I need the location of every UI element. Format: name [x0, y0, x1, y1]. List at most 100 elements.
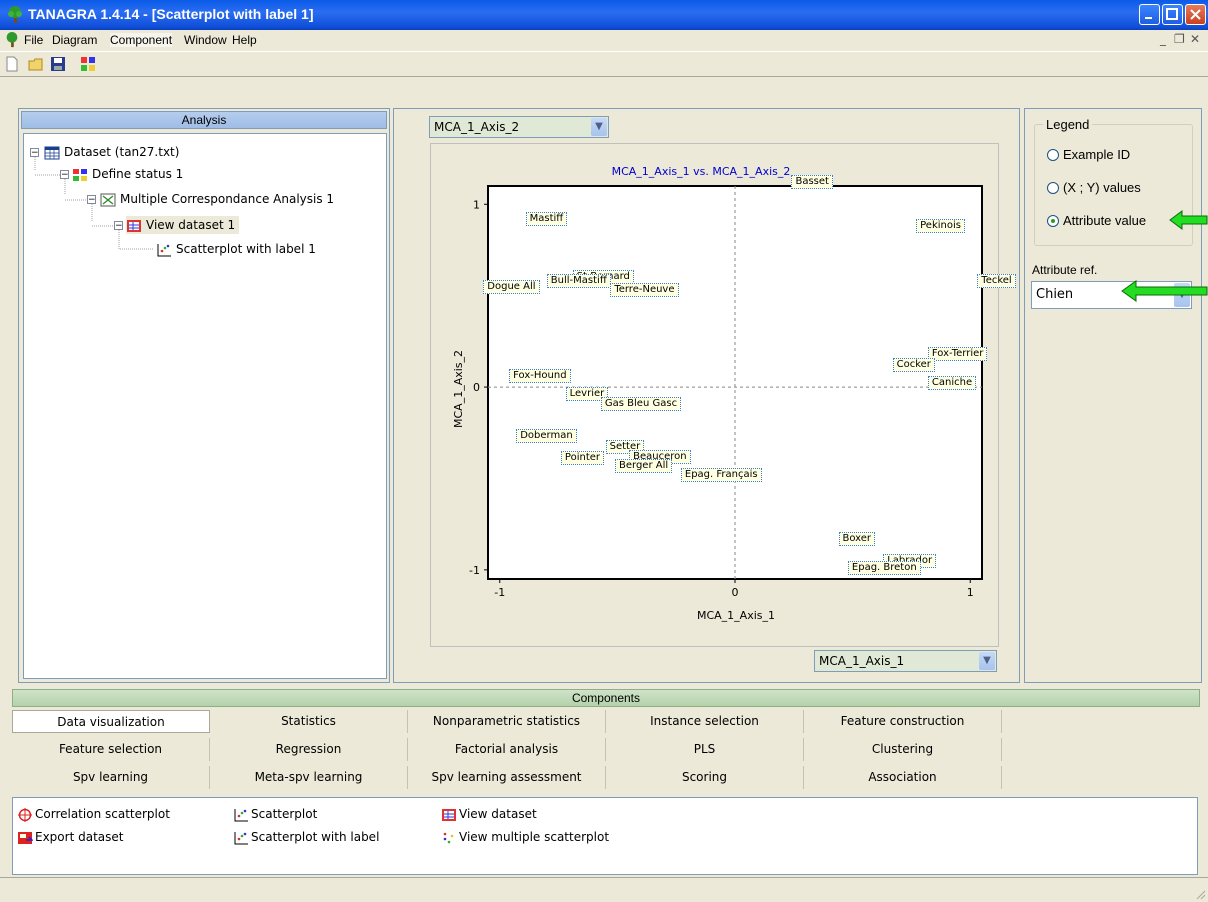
mdi-restore-icon[interactable]: ❐: [1174, 32, 1185, 46]
scatter-icon: [234, 808, 248, 821]
radio-label: Example ID: [1063, 147, 1131, 162]
title-bar: TANAGRA 1.4.14 - [Scatterplot with label…: [0, 0, 1208, 30]
resize-grip-icon[interactable]: [1194, 888, 1206, 900]
point-label: Fox-Terrier: [927, 347, 988, 362]
view-dataset-icon: [442, 808, 456, 821]
menu-help[interactable]: Help: [232, 33, 257, 47]
component-label: View multiple scatterplot: [459, 830, 610, 844]
tab-spv-learning-assessment[interactable]: Spv learning assessment: [408, 766, 606, 789]
maximize-button[interactable]: [1162, 4, 1183, 25]
point-label: Pekinois: [916, 219, 965, 234]
app-tree-icon: [8, 6, 22, 23]
component-export-dataset[interactable]: Export dataset: [17, 829, 123, 845]
tab-meta-spv-learning[interactable]: Meta-spv learning: [210, 766, 408, 789]
point-label: Gas Bleu Gasc: [600, 396, 682, 411]
tab-row: Data visualization Statistics Nonparametri…: [12, 710, 1200, 733]
radio-example-id[interactable]: Example ID: [1047, 145, 1130, 165]
tab-pls[interactable]: PLS: [606, 738, 804, 761]
point-label: Pointer: [560, 451, 605, 466]
tab-scoring[interactable]: Scoring: [606, 766, 804, 789]
x-axis-select-value: MCA_1_Axis_1: [819, 654, 905, 668]
menu-window[interactable]: Window: [184, 33, 227, 47]
component-label: Scatterplot: [251, 807, 318, 821]
component-label: Scatterplot with label: [251, 830, 380, 844]
save-icon[interactable]: [50, 56, 66, 72]
chevron-down-icon[interactable]: ▼: [591, 118, 607, 136]
tab-statistics[interactable]: Statistics: [210, 710, 408, 733]
component-view-dataset[interactable]: View dataset: [441, 806, 537, 822]
close-button[interactable]: [1185, 4, 1206, 25]
scatter-label-icon: [234, 831, 248, 844]
minimize-button[interactable]: [1139, 4, 1160, 25]
attribute-ref-label: Attribute ref.: [1032, 263, 1098, 277]
radio-label: Attribute value: [1063, 213, 1147, 228]
point-label: Epag. Français: [680, 467, 762, 482]
menu-diagram[interactable]: Diagram: [52, 33, 97, 47]
tab-data-visualization[interactable]: Data visualization: [12, 710, 210, 733]
point-label: Dogue All: [483, 279, 540, 294]
radio-attribute-value[interactable]: Attribute value: [1047, 211, 1146, 231]
y-tick-label: 1: [473, 198, 480, 211]
tab-instance-selection[interactable]: Instance selection: [606, 710, 804, 733]
legend-title: Legend: [1043, 117, 1093, 132]
tab-row: Spv learning Meta-spv learning Spv learnin…: [12, 766, 1200, 789]
point-label: Bull-Mastiff: [546, 274, 611, 289]
x-tick-label: -1: [494, 586, 505, 599]
chart-title: MCA_1_Axis_1 vs. MCA_1_Axis_2: [612, 165, 791, 178]
tab-association[interactable]: Association: [804, 766, 1002, 789]
point-label: Doberman: [516, 429, 577, 444]
menu-bar: File Diagram Component Window Help _ ❐ ✕: [0, 30, 1208, 50]
diagram-icon[interactable]: [80, 56, 96, 72]
tree-lines: [34, 157, 154, 250]
new-icon[interactable]: [4, 56, 20, 72]
scatterplot-frame: MCA_1_Axis_1 vs. MCA_1_Axis_2 -1 0 1 1 0 -1 …: [430, 143, 1016, 647]
tab-feature-selection[interactable]: Feature selection: [12, 738, 210, 761]
menu-component[interactable]: Component: [110, 33, 173, 47]
open-icon[interactable]: [28, 56, 44, 72]
tab-row: Feature selection Regression Factorial ana…: [12, 738, 1200, 761]
point-label: Terre-Neuve: [610, 283, 679, 298]
components-list: Correlation scatterplot Export dataset S…: [12, 797, 1198, 875]
tab-regression[interactable]: Regression: [210, 738, 408, 761]
green-arrow-icon: [1169, 210, 1208, 230]
tab-clustering[interactable]: Clustering: [804, 738, 1002, 761]
green-arrow-icon: [1121, 280, 1208, 302]
multi-scatter-icon: [443, 832, 454, 843]
x-tick-label: 0: [732, 586, 739, 599]
component-scatterplot[interactable]: Scatterplot: [233, 806, 317, 822]
x-axis-select[interactable]: MCA_1_Axis_1 ▼: [814, 650, 997, 672]
radio-icon: [1047, 182, 1059, 194]
app-tree-icon: [6, 32, 18, 48]
y-tick-label: -1: [469, 564, 480, 577]
point-label: Cocker: [892, 358, 935, 373]
y-axis-label: MCA_1_Axis_2: [452, 350, 465, 428]
correlation-icon: [18, 807, 32, 822]
mdi-minimize-icon[interactable]: _: [1160, 32, 1166, 46]
point-label: Mastiff: [525, 211, 568, 226]
menu-file[interactable]: File: [24, 33, 43, 47]
tab-nonparametric-statistics[interactable]: Nonparametric statistics: [408, 710, 606, 733]
mdi-close-icon[interactable]: ✕: [1190, 32, 1200, 46]
component-view-multiple-scatterplot[interactable]: View multiple scatterplot: [441, 829, 609, 845]
component-label: Correlation scatterplot: [35, 807, 170, 821]
x-axis-label: MCA_1_Axis_1: [697, 609, 775, 622]
radio-label: (X ; Y) values: [1063, 180, 1141, 195]
y-axis-select[interactable]: MCA_1_Axis_2 ▼: [429, 116, 609, 138]
analysis-tree: − Dataset (tan27.txt) − Define status 1 …: [23, 133, 387, 679]
x-ticks: -1 0 1: [494, 579, 974, 599]
component-label: View dataset: [459, 807, 537, 821]
export-icon: [18, 831, 33, 844]
toolbar: [0, 51, 1208, 77]
tab-factorial-analysis[interactable]: Factorial analysis: [408, 738, 606, 761]
tab-feature-construction[interactable]: Feature construction: [804, 710, 1002, 733]
tab-spv-learning[interactable]: Spv learning: [12, 766, 210, 789]
components-header: Components: [12, 689, 1200, 707]
radio-selected-icon: [1047, 215, 1059, 227]
component-scatterplot-with-label[interactable]: Scatterplot with label: [233, 829, 379, 845]
point-label: Epag. Breton: [847, 561, 921, 576]
radio-xy-values[interactable]: (X ; Y) values: [1047, 178, 1141, 198]
status-bar: [0, 877, 1208, 902]
component-correlation-scatterplot[interactable]: Correlation scatterplot: [17, 806, 170, 822]
chevron-down-icon[interactable]: ▼: [979, 652, 995, 670]
y-ticks: 1 0 -1: [469, 198, 488, 577]
